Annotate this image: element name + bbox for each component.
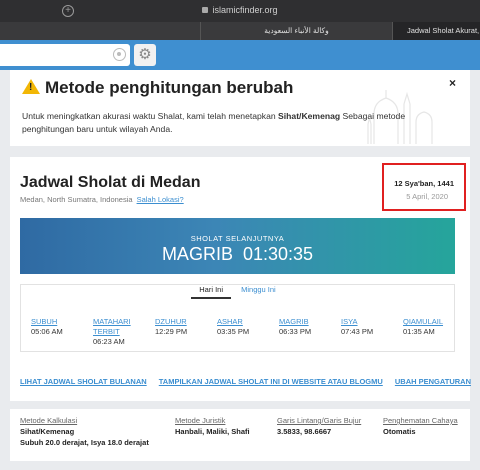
tab-today[interactable]: Hari Ini <box>191 284 232 299</box>
settings-button[interactable]: ⚙ <box>134 44 156 66</box>
locate-me-icon[interactable] <box>113 48 126 61</box>
gregorian-date: 5 April, 2020 <box>406 192 448 201</box>
juristic-method: Metode Juristik Hanbali, Maliki, Shafi <box>175 416 250 436</box>
location-line: Medan, North Sumatra, Indonesia Salah Lok… <box>20 195 184 204</box>
prayer-ashar[interactable]: ASHAR 03:35 PM <box>217 317 249 337</box>
prayer-matahari-terbit[interactable]: MATAHARI TERBIT 06:23 AM <box>93 317 143 347</box>
url-text[interactable]: islamicfinder.org <box>0 5 480 15</box>
prayer-times-panel: Hari Ini Minggu Ini SUBUH 05:06 AM MATAHA… <box>20 284 455 352</box>
change-settings-link[interactable]: UBAH PENGATURAN <box>395 377 471 386</box>
notice-title: Metode penghitungan berubah <box>22 78 293 98</box>
browser-address-bar[interactable]: + islamicfinder.org <box>0 0 480 22</box>
warning-icon <box>22 79 40 94</box>
prayer-subuh[interactable]: SUBUH 05:06 AM <box>31 317 63 337</box>
daylight-saving: Penghematan Cahaya Otomatis <box>383 416 458 436</box>
browser-tab[interactable] <box>0 22 200 40</box>
next-prayer-label: SHOLAT SELANJUTNYA <box>190 234 285 243</box>
calc-method: Metode Kalkulasi Sihat/Kemenag Subuh 20.… <box>20 416 149 447</box>
browser-tab[interactable]: وكالة الأنباء السعودية <box>200 22 392 40</box>
calculation-info-card: Metode Kalkulasi Sihat/Kemenag Subuh 20.… <box>10 409 470 461</box>
next-prayer-countdown: MAGRIB 01:30:35 <box>161 244 314 264</box>
location-search-input[interactable] <box>0 44 130 66</box>
monthly-schedule-link[interactable]: LIHAT JADWAL SHOLAT BULANAN <box>20 377 147 386</box>
period-tabs: Hari Ini Minggu Ini <box>21 284 454 299</box>
change-location-link[interactable]: Salah Lokasi? <box>137 195 184 204</box>
site-toolbar: ⚙ <box>0 40 480 70</box>
gear-icon: ⚙ <box>138 46 152 63</box>
date-highlight-box: 12 Sya'ban, 1441 5 April, 2020 <box>382 163 466 211</box>
next-prayer-banner: SHOLAT SELANJUTNYA MAGRIB 01:30:35 <box>20 218 455 274</box>
prayer-schedule-card: Jadwal Sholat di Medan Medan, North Suma… <box>10 157 471 401</box>
tab-this-week[interactable]: Minggu Ini <box>233 284 284 297</box>
browser-tab-strip: وكالة الأنباء السعودية Jadwal Sholat Aku… <box>0 22 480 40</box>
hijri-date: 12 Sya'ban, 1441 <box>394 179 454 188</box>
prayer-magrib[interactable]: MAGRIB 06:33 PM <box>279 317 311 337</box>
prayer-dzuhur[interactable]: DZUHUR 12:29 PM <box>155 317 187 337</box>
close-icon[interactable]: × <box>449 76 456 90</box>
prayer-qiamulail[interactable]: QIAMULAIL 01:35 AM <box>403 317 443 337</box>
prayer-isya[interactable]: ISYA 07:43 PM <box>341 317 373 337</box>
page-title: Jadwal Sholat di Medan <box>20 174 201 191</box>
method-change-notice: Metode penghitungan berubah Untuk mening… <box>10 70 470 146</box>
lock-icon <box>202 7 209 13</box>
schedule-links: LIHAT JADWAL SHOLAT BULANAN TAMPILKAN JA… <box>20 377 480 386</box>
browser-tab-active[interactable]: Jadwal Sholat Akurat, Q <box>392 22 480 40</box>
notice-body: Untuk meningkatkan akurasi waktu Shalat,… <box>22 111 406 134</box>
coordinates: Garis Lintang/Garis Bujur 3.5833, 98.666… <box>277 416 362 436</box>
embed-schedule-link[interactable]: TAMPILKAN JADWAL SHOLAT INI DI WEBSITE A… <box>159 377 383 386</box>
